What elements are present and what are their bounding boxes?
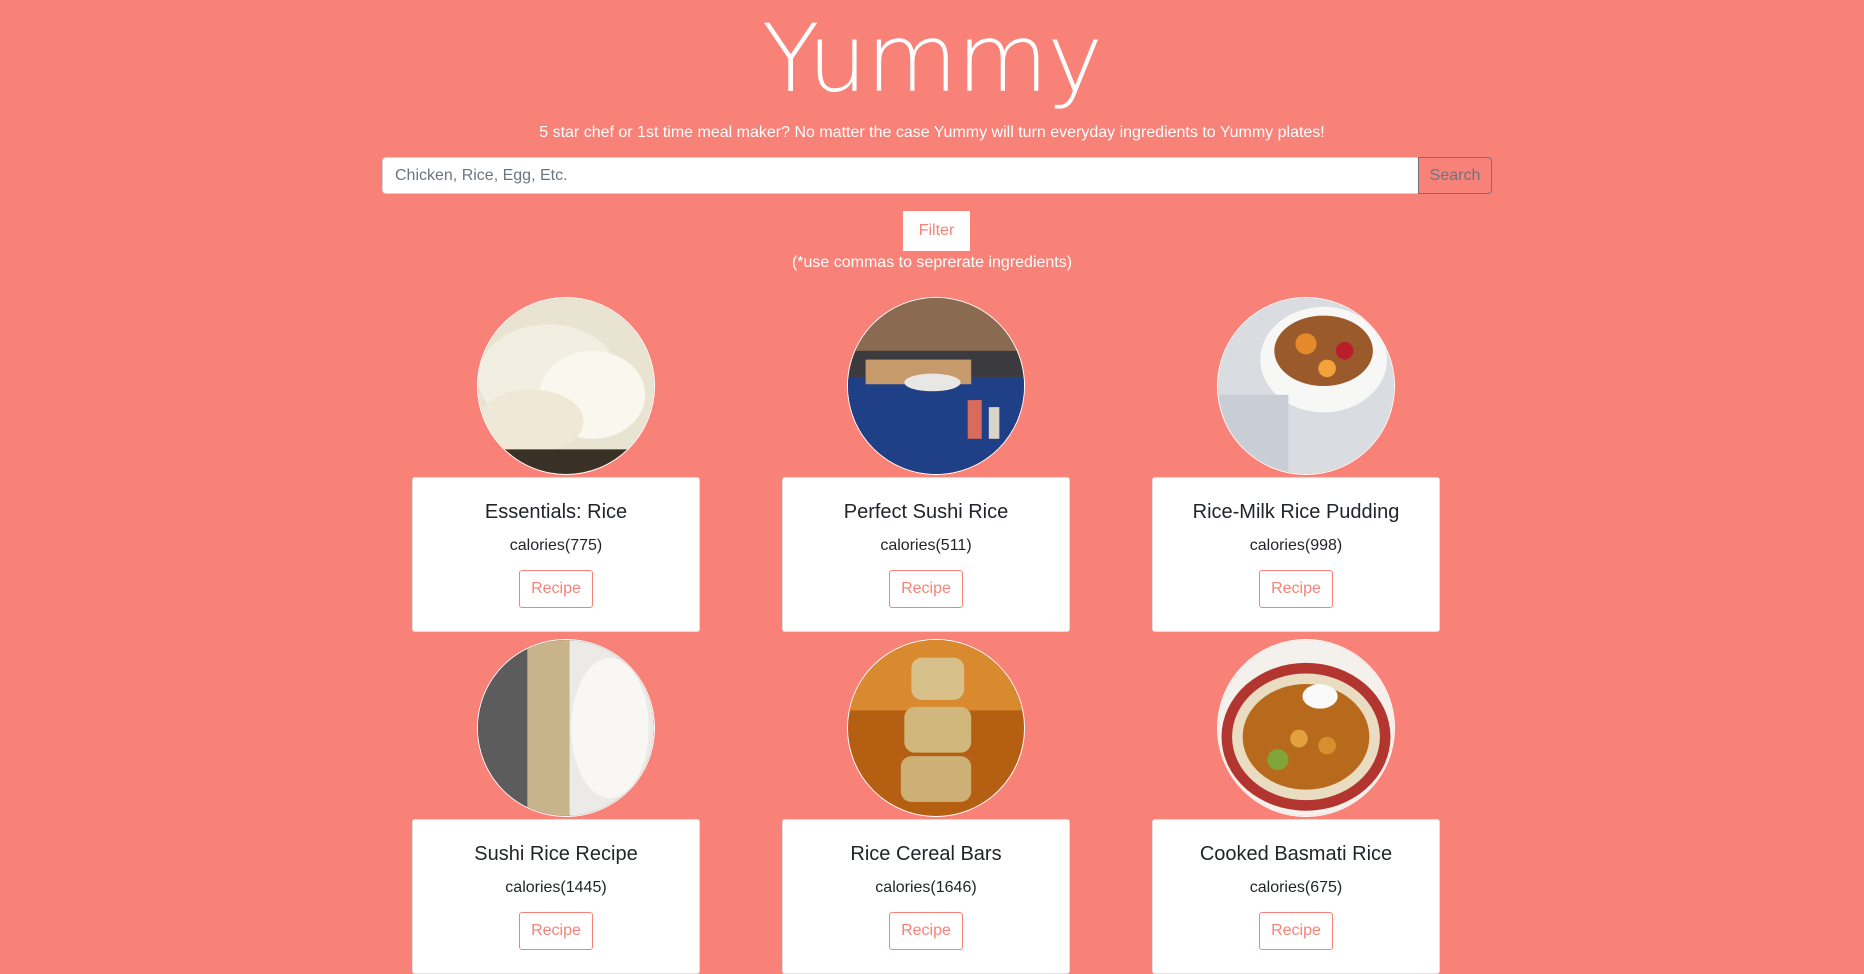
recipe-button[interactable]: Recipe: [519, 570, 593, 608]
recipe-calories: calories(998): [1249, 537, 1343, 554]
recipe-title: Perfect Sushi Rice: [843, 501, 1009, 523]
recipe-title: Sushi Rice Recipe: [474, 843, 638, 865]
recipe-button[interactable]: Recipe: [519, 912, 593, 950]
recipe-photo[interactable]: [1217, 639, 1395, 817]
recipe-button[interactable]: Recipe: [1259, 912, 1333, 950]
recipe-title: Rice Cereal Bars: [850, 843, 1002, 865]
recipe-title: Rice-Milk Rice Pudding: [1192, 501, 1400, 523]
recipe-info: Perfect Sushi Rice calories(511) Recipe: [782, 477, 1070, 632]
recipe-button[interactable]: Recipe: [1259, 570, 1333, 608]
recipe-card: Perfect Sushi Rice calories(511) Recipe: [782, 297, 1072, 632]
recipe-button[interactable]: Recipe: [889, 912, 963, 950]
recipe-calories: calories(1646): [875, 879, 977, 896]
recipe-info: Essentials: Rice calories(775) Recipe: [412, 477, 700, 632]
recipe-card: Sushi Rice Recipe calories(1445) Recipe: [412, 639, 702, 974]
recipe-card: Rice-Milk Rice Pudding calories(998) Rec…: [1152, 297, 1442, 632]
recipe-photo[interactable]: [477, 297, 655, 475]
recipe-photo[interactable]: [1217, 297, 1395, 475]
recipe-grid: Essentials: Rice calories(775) Recipe Pe…: [0, 0, 1864, 974]
recipe-title: Cooked Basmati Rice: [1199, 843, 1393, 865]
recipe-card: Rice Cereal Bars calories(1646) Recipe: [782, 639, 1072, 974]
recipe-calories: calories(675): [1249, 879, 1343, 896]
recipe-info: Rice-Milk Rice Pudding calories(998) Rec…: [1152, 477, 1440, 632]
recipe-calories: calories(511): [880, 537, 972, 554]
recipe-calories: calories(775): [509, 537, 603, 554]
recipe-photo[interactable]: [847, 297, 1025, 475]
recipe-title: Essentials: Rice: [484, 501, 628, 523]
recipe-info: Cooked Basmati Rice calories(675) Recipe: [1152, 819, 1440, 974]
recipe-button[interactable]: Recipe: [889, 570, 963, 608]
recipe-info: Sushi Rice Recipe calories(1445) Recipe: [412, 819, 700, 974]
recipe-card: Essentials: Rice calories(775) Recipe: [412, 297, 702, 632]
recipe-info: Rice Cereal Bars calories(1646) Recipe: [782, 819, 1070, 974]
recipe-card: Cooked Basmati Rice calories(675) Recipe: [1152, 639, 1442, 974]
recipe-calories: calories(1445): [505, 879, 607, 896]
recipe-photo[interactable]: [477, 639, 655, 817]
recipe-photo[interactable]: [847, 639, 1025, 817]
